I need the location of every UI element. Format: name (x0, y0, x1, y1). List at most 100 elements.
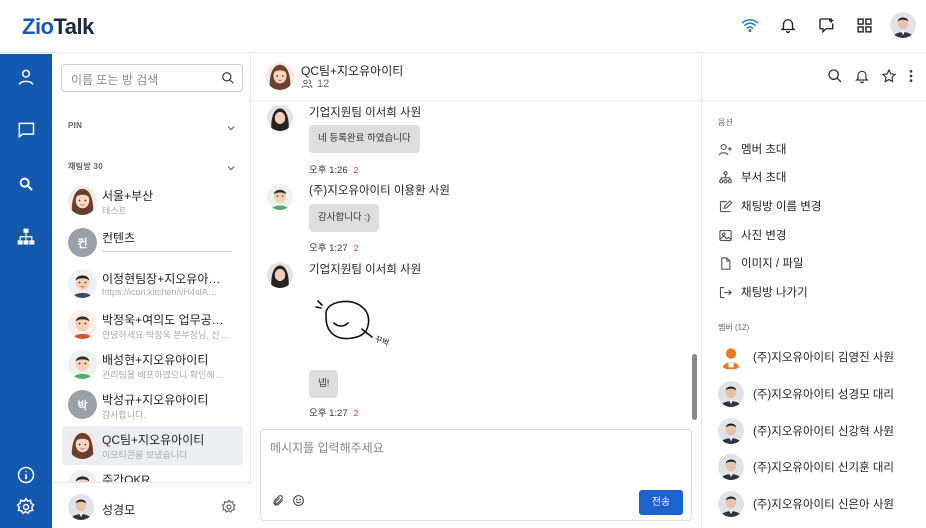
edit-icon (719, 199, 733, 212)
send-button[interactable]: 전송 (639, 490, 683, 515)
bell-icon[interactable] (776, 13, 800, 37)
sender-avatar[interactable] (267, 105, 293, 131)
room-item[interactable]: 이정현팀장+지오유아… https://icon.kitchen/i/H4sIA… (62, 265, 243, 304)
invite-member-option[interactable]: 멤버 초대 (718, 138, 787, 160)
chat-nav-button[interactable] (0, 110, 52, 150)
person-icon (18, 69, 34, 85)
attach-icon[interactable] (272, 494, 285, 512)
chat-panel: QC팀+지오유아이티 12 기업지원팀 이서희 사원 네 등록완료 하였습니다 … (252, 54, 700, 528)
member-item[interactable]: (주)지오유아이티 신은아 사원 (718, 489, 894, 519)
message-bubble[interactable]: 네 등록완료 하였습니다 (309, 125, 420, 153)
emoji-icon[interactable] (292, 494, 305, 512)
room-name: 박성규+지오유아이티 (102, 393, 209, 407)
search-nav-button[interactable] (0, 164, 52, 204)
bow-sticker[interactable]: 꾸벅 (312, 293, 392, 353)
chat-icon (18, 122, 35, 139)
wifi-icon[interactable] (738, 13, 762, 37)
member-avatar (718, 491, 744, 517)
rename-room-option[interactable]: 채팅방 이름 변경 (718, 195, 821, 217)
member-item[interactable]: (주)지오유아이티 김영진 사원 (718, 342, 894, 372)
options-section-label: 옵션 (718, 118, 733, 127)
left-nav (0, 54, 52, 528)
room-item[interactable]: 배성현+지오유아이티 관리팀용 배포하였으니 확인해… (62, 346, 243, 385)
member-item[interactable]: (주)지오유아이티 신기훈 대리 (718, 452, 894, 482)
org-chart-icon (17, 228, 35, 245)
room-avatar: 컨 (68, 228, 97, 257)
org-icon (719, 170, 732, 183)
unread-count: 2 (353, 165, 359, 175)
files-option[interactable]: 이미지 / 파일 (718, 252, 804, 274)
user-avatar[interactable] (890, 12, 916, 38)
room-avatar (68, 310, 97, 339)
search-placeholder: 이름 또는 방 검색 (71, 73, 159, 87)
info-icon (17, 466, 35, 484)
options-panel: 옵션 멤버 초대 부서 초대 채팅방 이름 변경 사진 변경 이미지 / 파일 … (701, 100, 926, 528)
message-time: 오후 1:27 2 (309, 408, 359, 419)
contacts-nav-button[interactable] (0, 57, 52, 97)
room-preview: 테스트 (102, 206, 127, 216)
members-section-label: 멤버 (12) (718, 323, 750, 332)
room-list-panel: 이름 또는 방 검색 PIN 채팅방 30 서울+부산 테스트 컨 컨텐츠 이정… (52, 54, 251, 528)
message-sender: 기업지원팀 이서희 사원 (309, 107, 422, 119)
apps-grid-icon[interactable] (852, 13, 876, 37)
room-item[interactable]: 컨 컨텐츠 (62, 224, 243, 263)
new-chat-icon[interactable] (814, 13, 838, 37)
message-list: 기업지원팀 이서희 사원 네 등록완료 하였습니다 오후 1:26 2 (주)지오… (252, 101, 700, 421)
gear-icon[interactable] (221, 499, 237, 520)
member-avatar (718, 454, 744, 480)
room-preview: 안녕하세요 박정욱 본부장님, 신… (102, 330, 229, 340)
room-preview: 관리팀용 배포하였으니 확인해… (102, 370, 224, 380)
invite-department-option[interactable]: 부서 초대 (718, 166, 787, 188)
chevron-down-icon[interactable] (226, 160, 236, 178)
sender-avatar[interactable] (267, 262, 293, 288)
search-icon[interactable] (221, 71, 235, 88)
room-avatar (68, 186, 97, 215)
member-avatar (718, 418, 744, 444)
message-time: 오후 1:26 2 (309, 165, 359, 176)
room-preview: 감사합니다. (102, 410, 146, 420)
rooms-section-label: 채팅방 30 (68, 162, 104, 171)
member-item[interactable]: (주)지오유아이티 성경모 대리 (718, 379, 894, 409)
my-name: 성경모 (102, 503, 136, 517)
member-avatar (718, 381, 744, 407)
chat-title: QC팀+지오유아이티 (301, 64, 404, 78)
unread-count: 2 (353, 408, 359, 418)
chat-header: QC팀+지오유아이티 12 (252, 54, 700, 101)
people-icon (301, 79, 313, 89)
member-count[interactable]: 12 (301, 78, 329, 90)
image-icon (719, 229, 732, 241)
member-item[interactable]: (주)지오유아이티 신강혁 사원 (718, 416, 894, 446)
chevron-down-icon[interactable] (226, 120, 236, 138)
change-photo-option[interactable]: 사진 변경 (718, 224, 787, 246)
room-item[interactable]: 박정욱+여의도 업무공… 안녕하세요 박정욱 본부장님, 신… (62, 306, 243, 345)
org-nav-button[interactable] (0, 217, 52, 257)
room-item-active[interactable]: QC팀+지오유아이티 이모티콘을 보냈습니다 (62, 426, 243, 465)
room-avatar: 박 (68, 390, 97, 419)
room-avatar (68, 430, 97, 459)
message-time: 오후 1:27 2 (309, 243, 359, 254)
room-item[interactable]: 박 박성규+지오유아이티 감사합니다. (62, 386, 243, 425)
room-search-input[interactable]: 이름 또는 방 검색 (61, 64, 243, 92)
room-name: 컨텐츠 (102, 231, 136, 245)
input-placeholder: 메시지를 입력해주세요 (270, 441, 384, 455)
file-icon (721, 256, 731, 270)
message-bubble[interactable]: 감사합니다 :) (309, 204, 380, 232)
message-sender: 기업지원팀 이서희 사원 (309, 264, 422, 276)
scrollbar[interactable] (692, 354, 697, 420)
chat-room-avatar (266, 62, 294, 90)
leave-room-option[interactable]: 채팅방 나가기 (718, 281, 808, 303)
sender-avatar[interactable] (267, 184, 293, 210)
room-name: 서울+부산 (102, 189, 154, 203)
app-logo[interactable]: ZioTalk (22, 14, 94, 40)
settings-nav-button[interactable] (0, 487, 52, 527)
room-name: 배성현+지오유아이티 (102, 353, 209, 367)
message-input[interactable]: 메시지를 입력해주세요 전송 (260, 429, 692, 521)
my-avatar[interactable] (68, 494, 94, 520)
top-bar: ZioTalk (0, 0, 926, 53)
unread-count: 2 (353, 243, 359, 253)
gear-icon (16, 497, 35, 515)
pin-section-label: PIN (68, 121, 83, 130)
message-bubble[interactable]: 넵! (309, 370, 339, 398)
message-sender: (주)지오유아이티 이용환 사원 (309, 185, 451, 197)
room-item[interactable]: 서울+부산 테스트 (62, 182, 243, 221)
